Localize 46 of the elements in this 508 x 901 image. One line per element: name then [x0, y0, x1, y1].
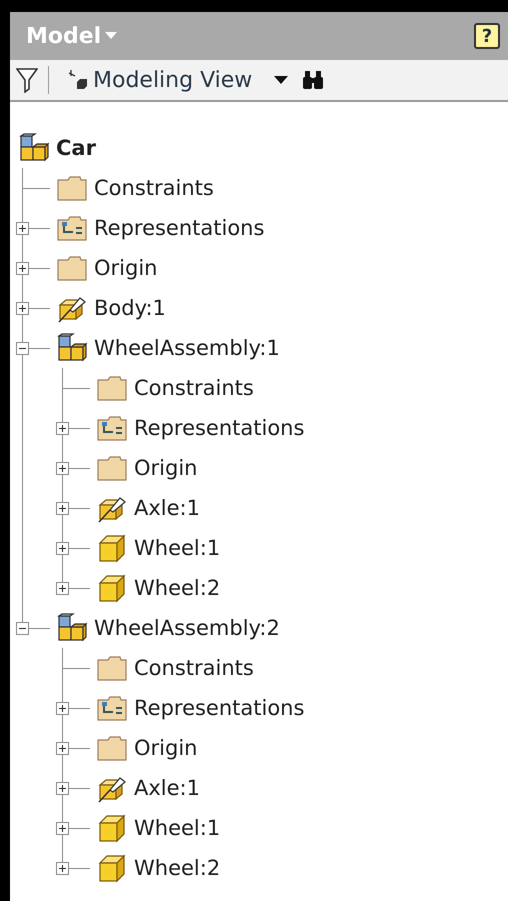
expand-toggle[interactable] — [56, 782, 69, 795]
expand-toggle[interactable] — [56, 422, 69, 435]
tree-item[interactable]: WheelAssembly:1 — [94, 336, 280, 360]
expand-toggle[interactable] — [16, 302, 29, 315]
expand-toggle[interactable] — [56, 542, 69, 555]
expand-toggle[interactable] — [56, 742, 69, 755]
binoculars-icon[interactable] — [302, 70, 324, 90]
expand-toggle[interactable] — [16, 222, 29, 235]
help-button[interactable]: ? — [474, 23, 500, 49]
expand-toggle[interactable] — [16, 262, 29, 275]
tree-item[interactable]: WheelAssembly:2 — [94, 616, 280, 640]
tree-item[interactable]: Representations — [134, 416, 304, 440]
tree-item[interactable]: Wheel:2 — [134, 856, 220, 880]
tree-item[interactable]: Constraints — [94, 176, 214, 200]
expand-toggle[interactable] — [56, 502, 69, 515]
caret-icon[interactable] — [274, 76, 288, 84]
cube-icon — [96, 533, 128, 563]
expand-toggle[interactable] — [56, 702, 69, 715]
assembly-icon — [18, 133, 50, 163]
cube-icon — [96, 813, 128, 843]
tree-item[interactable]: Origin — [134, 736, 198, 760]
expand-toggle[interactable] — [56, 862, 69, 875]
tree-item[interactable]: Origin — [134, 456, 198, 480]
tree-item[interactable]: Constraints — [134, 656, 254, 680]
tree-item[interactable]: Origin — [94, 256, 158, 280]
cube-icon — [96, 573, 128, 603]
collapse-toggle[interactable] — [16, 342, 29, 355]
tree-item[interactable]: Constraints — [134, 376, 254, 400]
tree-item[interactable]: Representations — [94, 216, 264, 240]
tree-item[interactable]: Axle:1 — [134, 496, 200, 520]
tree-item[interactable]: Wheel:2 — [134, 576, 220, 600]
expand-toggle[interactable] — [56, 582, 69, 595]
expand-toggle[interactable] — [56, 822, 69, 835]
tree-item[interactable]: Wheel:1 — [134, 536, 220, 560]
cube-icon — [96, 853, 128, 883]
tree-item[interactable]: Wheel:1 — [134, 816, 220, 840]
expand-toggle[interactable] — [56, 462, 69, 475]
view-icon — [67, 69, 89, 91]
tree-item[interactable]: Axle:1 — [134, 776, 200, 800]
tree-item[interactable]: Car — [56, 136, 96, 160]
assembly-icon — [56, 613, 88, 643]
assembly-icon — [56, 333, 88, 363]
tree-item[interactable]: Representations — [134, 696, 304, 720]
collapse-toggle[interactable] — [16, 622, 29, 635]
tree-item[interactable]: Body:1 — [94, 296, 166, 320]
filter-icon[interactable] — [16, 67, 38, 93]
